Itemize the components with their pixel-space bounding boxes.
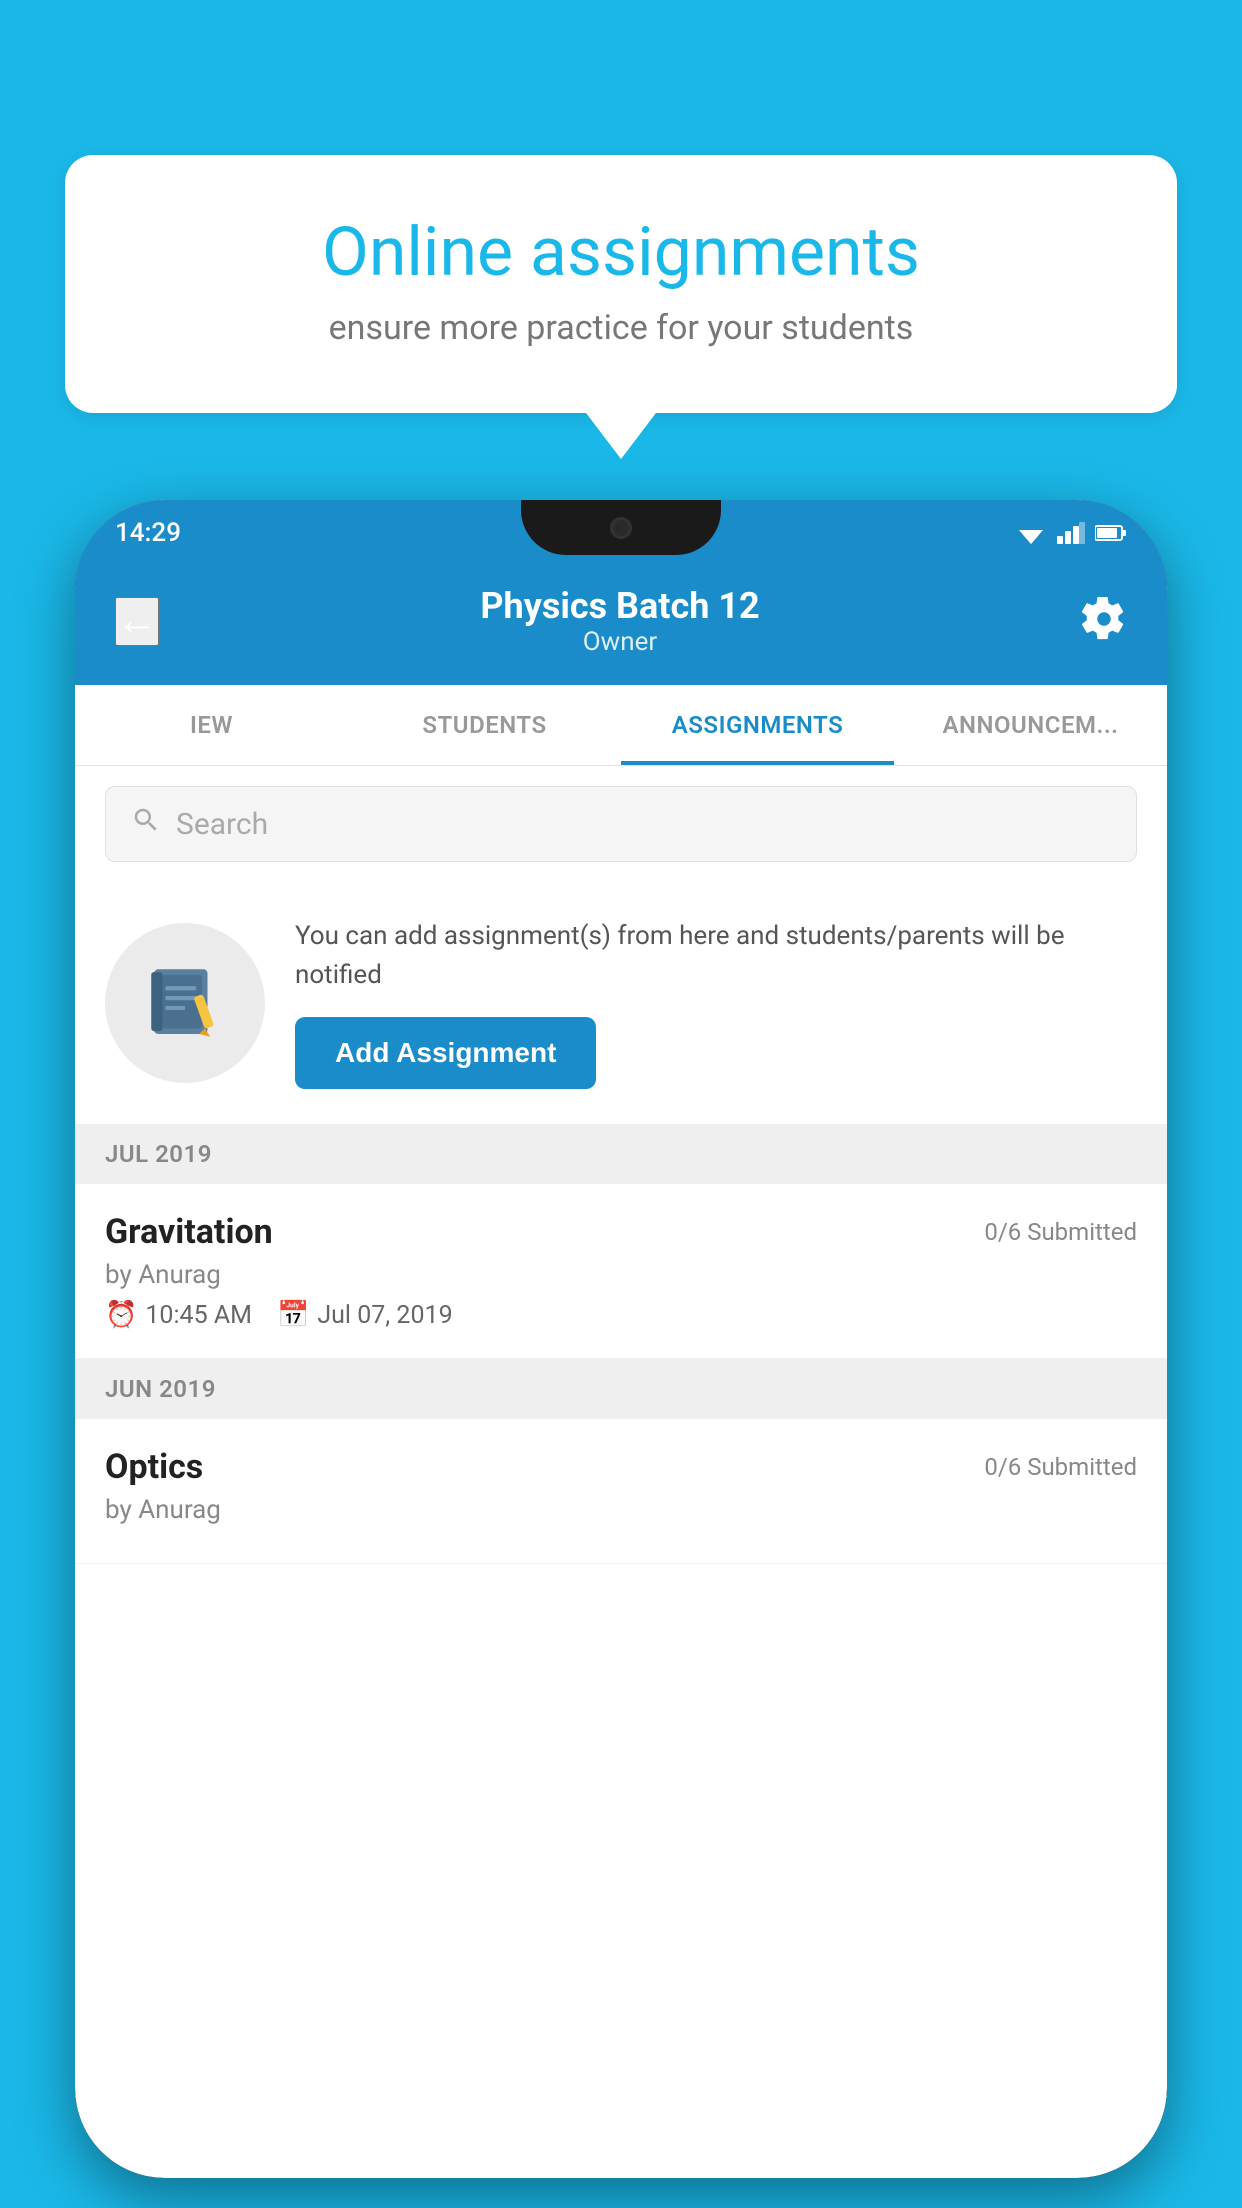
promo-text: You can add assignment(s) from here and … [295, 917, 1137, 995]
bubble-title: Online assignments [135, 215, 1107, 290]
add-assignment-button[interactable]: Add Assignment [295, 1017, 596, 1089]
notebook-icon [140, 958, 230, 1048]
header-title: Physics Batch 12 [480, 585, 759, 627]
wifi-icon [1015, 522, 1047, 544]
calendar-icon: 📅 [277, 1300, 309, 1330]
status-bar: 14:29 [75, 500, 1167, 565]
status-icons [1015, 522, 1127, 544]
search-bar[interactable]: Search [105, 786, 1137, 862]
search-container: Search [75, 766, 1167, 882]
header-subtitle: Owner [480, 627, 759, 657]
tabs-container: IEW STUDENTS ASSIGNMENTS ANNOUNCEM... [75, 685, 1167, 766]
assignment-meta-gravitation: ⏰ 10:45 AM 📅 Jul 07, 2019 [105, 1300, 1137, 1330]
assignment-time-gravitation: ⏰ 10:45 AM [105, 1300, 252, 1330]
back-button[interactable]: ← [115, 597, 159, 646]
promo-content: You can add assignment(s) from here and … [295, 917, 1137, 1089]
speech-bubble-container: Online assignments ensure more practice … [65, 155, 1177, 413]
promo-icon-circle [105, 923, 265, 1083]
section-label-jun: JUN 2019 [105, 1375, 216, 1403]
gear-icon [1081, 596, 1127, 642]
signal-icon [1057, 522, 1085, 544]
assignment-name-optics: Optics [105, 1447, 203, 1487]
tab-students[interactable]: STUDENTS [348, 685, 621, 765]
app-header: ← Physics Batch 12 Owner [75, 565, 1167, 685]
notch [521, 500, 721, 555]
phone-inner: 14:29 [75, 500, 1167, 2178]
tab-iew[interactable]: IEW [75, 685, 348, 765]
section-label-jul: JUL 2019 [105, 1140, 212, 1168]
phone-frame: 14:29 [75, 500, 1167, 2178]
assignment-date-gravitation: 📅 Jul 07, 2019 [277, 1300, 453, 1330]
assignment-name-gravitation: Gravitation [105, 1212, 273, 1252]
bubble-subtitle: ensure more practice for your students [135, 308, 1107, 348]
assignment-submitted-gravitation: 0/6 Submitted [984, 1218, 1137, 1246]
promo-section: You can add assignment(s) from here and … [75, 882, 1167, 1124]
speech-bubble: Online assignments ensure more practice … [65, 155, 1177, 413]
assignment-submitted-optics: 0/6 Submitted [984, 1453, 1137, 1481]
assignment-top: Gravitation 0/6 Submitted [105, 1212, 1137, 1252]
status-time: 14:29 [115, 518, 181, 548]
battery-icon [1095, 524, 1127, 542]
clock-icon: ⏰ [105, 1300, 137, 1330]
assignment-by-gravitation: by Anurag [105, 1260, 1137, 1290]
assignment-top-optics: Optics 0/6 Submitted [105, 1447, 1137, 1487]
search-placeholder: Search [176, 807, 268, 842]
tab-announcements[interactable]: ANNOUNCEM... [894, 685, 1167, 765]
assignment-item-gravitation[interactable]: Gravitation 0/6 Submitted by Anurag ⏰ 10… [75, 1184, 1167, 1359]
header-center: Physics Batch 12 Owner [480, 585, 759, 657]
camera-dot [610, 517, 632, 539]
settings-button[interactable] [1081, 596, 1127, 646]
assignment-by-optics: by Anurag [105, 1495, 1137, 1525]
search-icon [131, 805, 161, 843]
section-header-jun: JUN 2019 [75, 1359, 1167, 1419]
section-header-jul: JUL 2019 [75, 1124, 1167, 1184]
tab-assignments[interactable]: ASSIGNMENTS [621, 685, 894, 765]
assignment-item-optics[interactable]: Optics 0/6 Submitted by Anurag [75, 1419, 1167, 1564]
